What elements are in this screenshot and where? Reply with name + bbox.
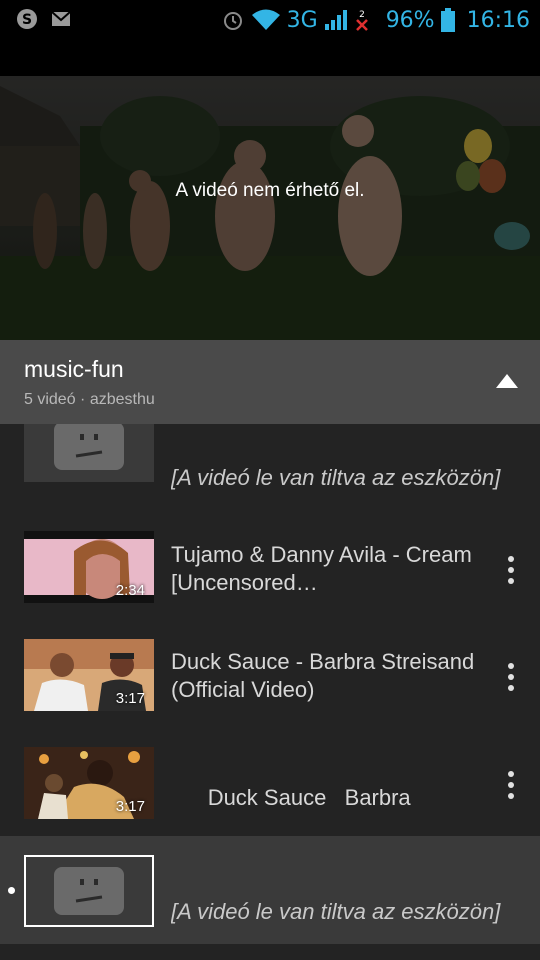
video-thumbnail: 2:34 <box>24 531 154 603</box>
list-item[interactable]: [A videó le van tiltva az eszközön] <box>0 424 540 504</box>
video-player[interactable]: A videó nem érhető el. <box>0 40 540 340</box>
more-options-icon[interactable] <box>506 663 516 693</box>
blocked-video-icon <box>24 424 154 482</box>
skype-icon: S <box>17 9 37 29</box>
list-item[interactable]: 3:17 Duck Sauce Barbra Streisand Officia… <box>0 720 540 828</box>
battery-icon <box>440 8 455 32</box>
list-item[interactable]: 3:17 Duck Sauce - Barbra Streisand (Offi… <box>0 612 540 720</box>
blocked-video-icon <box>26 857 152 925</box>
clock: 16:16 <box>466 7 530 33</box>
item-title: [A videó le van tiltva az eszközön] <box>171 899 501 924</box>
wifi-icon <box>251 9 280 30</box>
chevron-up-icon[interactable] <box>496 374 518 388</box>
playlist-title: music-fun <box>24 356 124 382</box>
item-title: [A videó le van tiltva az eszközön] <box>171 465 501 490</box>
item-title: Tujamo & Danny Avila - Cream [Uncensored… <box>171 542 472 595</box>
no-signal-icon: 2 <box>355 10 368 31</box>
signal-icon <box>324 10 347 30</box>
video-duration: 2:34 <box>115 582 145 599</box>
playlist-items[interactable]: [A videó le van tiltva az eszközön] 2:34… <box>0 424 540 960</box>
blocked-thumbnail <box>24 424 154 482</box>
video-thumbnail: 3:17 <box>24 747 154 819</box>
video-still <box>0 76 540 340</box>
video-duration: 3:17 <box>115 690 145 707</box>
list-item[interactable]: 2:34 Tujamo & Danny Avila - Cream [Uncen… <box>0 504 540 612</box>
item-title: Duck Sauce - Barbra Streisand (Official … <box>171 649 475 702</box>
alarm-icon <box>223 12 242 30</box>
status-bar: S 3G 2 96% 16:16 <box>0 0 540 40</box>
item-title: Duck Sauce Barbra Streisand Official HD… <box>207 785 411 810</box>
svg-text:2: 2 <box>359 10 365 20</box>
list-item-current[interactable]: [A videó le van tiltva az eszközön] <box>0 836 540 944</box>
svg-text:S: S <box>22 12 32 28</box>
blocked-thumbnail <box>24 855 154 927</box>
gmail-icon <box>51 11 71 26</box>
battery-percent: 96% <box>385 7 435 33</box>
network-type: 3G <box>286 7 318 33</box>
video-thumbnail: 3:17 <box>24 639 154 711</box>
more-options-icon[interactable] <box>506 771 516 801</box>
playlist-subtitle: 5 videó · azbesthu <box>24 391 155 408</box>
video-unavailable-message: A videó nem érhető el. <box>175 180 365 201</box>
playlist-header[interactable]: music-fun 5 videó · azbesthu <box>0 340 540 424</box>
more-options-icon[interactable] <box>506 556 516 586</box>
video-duration: 3:17 <box>115 798 145 815</box>
now-playing-indicator <box>8 887 15 894</box>
